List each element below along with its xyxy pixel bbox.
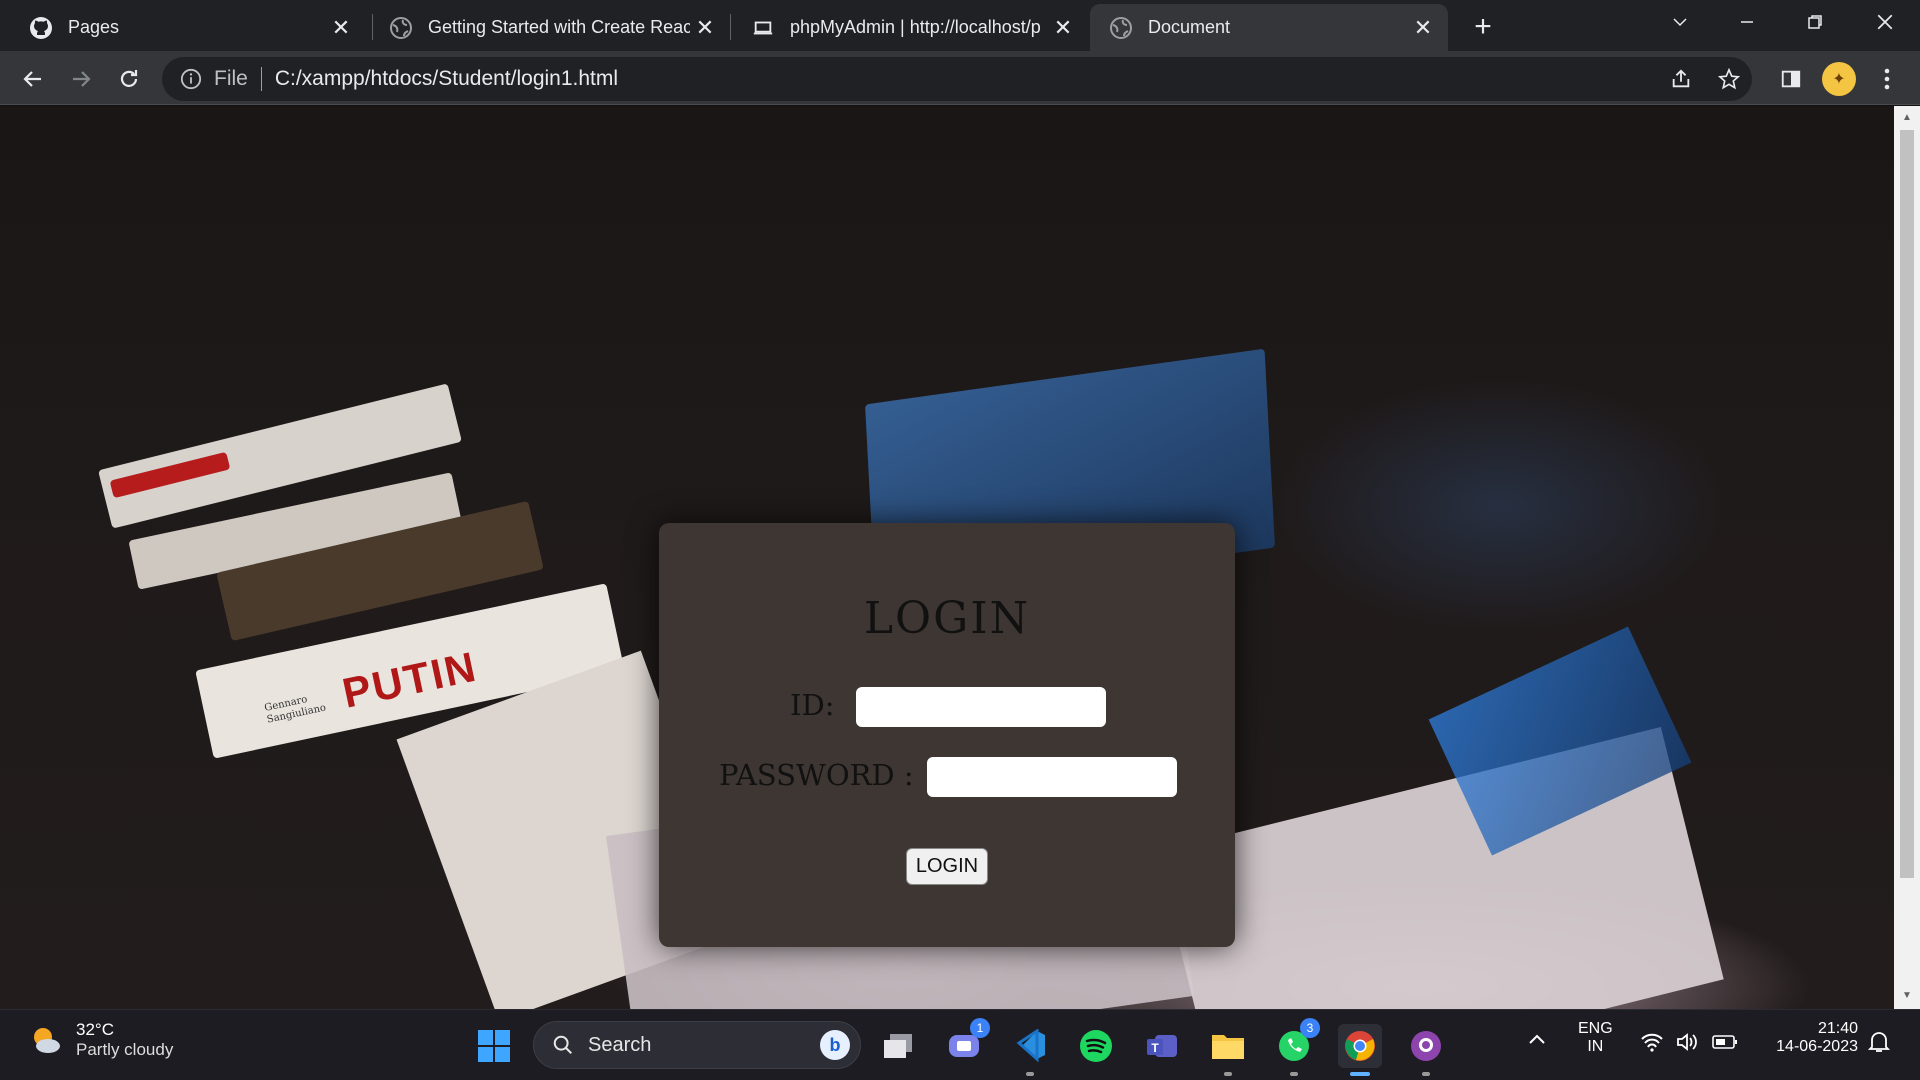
search-icon [553, 1035, 572, 1054]
taskbar-search[interactable]: Search b [533, 1021, 861, 1069]
windows-taskbar: 32°C Partly cloudy Search b 1 T 3 ENG IN… [0, 1009, 1920, 1080]
tab-title: Pages [68, 17, 120, 37]
new-tab-button[interactable]: + [1466, 10, 1500, 44]
browser-toolbar: File C:/xampp/htdocs/Student/login1.html… [0, 51, 1920, 105]
weather-desc: Partly cloudy [76, 1040, 174, 1059]
scroll-down-icon[interactable]: ▼ [1901, 990, 1913, 1002]
profile-avatar[interactable]: ✦ [1822, 62, 1856, 96]
teams-icon[interactable]: T [1140, 1024, 1184, 1068]
spotify-icon[interactable] [1074, 1024, 1118, 1068]
reload-icon[interactable] [112, 62, 146, 96]
login-form: LOGIN ID: PASSWORD : LOGIN [659, 523, 1235, 947]
weather-temp: 32°C [76, 1020, 114, 1039]
notification-badge: 3 [1300, 1018, 1320, 1038]
page-viewport: Gennaro Sangiuliano PUTIN LOGIN ID: PASS… [0, 106, 1894, 1009]
bookmark-star-icon[interactable] [1712, 62, 1746, 96]
info-icon[interactable] [180, 68, 202, 90]
book-title-text: PUTIN [338, 642, 482, 717]
browser-tab-strip: Pages ✕ Getting Started with Create Reac… [0, 0, 1920, 51]
globe-icon [1108, 15, 1134, 41]
laptop-icon [750, 15, 776, 41]
region-code: IN [1587, 1038, 1604, 1055]
share-icon[interactable] [1664, 62, 1698, 96]
volume-icon[interactable] [1675, 1032, 1699, 1057]
weather-widget[interactable]: 32°C Partly cloudy [28, 1020, 173, 1060]
close-window-button[interactable] [1855, 0, 1915, 44]
tab-phpmyadmin[interactable]: phpMyAdmin | http://localhost/p ✕ [730, 4, 1088, 51]
url-text[interactable]: C:/xampp/htdocs/Student/login1.html [275, 67, 618, 91]
password-input[interactable] [927, 757, 1177, 797]
running-indicator [1290, 1072, 1298, 1076]
task-view-icon[interactable] [876, 1024, 920, 1068]
login-button[interactable]: LOGIN [906, 848, 988, 885]
search-placeholder: Search [588, 1033, 652, 1056]
chrome-icon[interactable] [1338, 1024, 1382, 1076]
divider [260, 67, 262, 91]
tab-search-chevron-icon[interactable] [1650, 0, 1710, 44]
password-label: PASSWORD : [719, 758, 914, 792]
scroll-up-icon[interactable]: ▲ [1901, 112, 1913, 124]
close-tab-icon[interactable]: ✕ [1408, 13, 1438, 43]
github-icon [28, 15, 54, 41]
tab-title: Getting Started with Create React [428, 17, 690, 37]
tab-create-react[interactable]: Getting Started with Create React ✕ [372, 4, 730, 51]
back-arrow-icon[interactable] [16, 62, 50, 96]
page-scrollbar[interactable]: ▲ ▼ [1894, 106, 1920, 1009]
clock[interactable]: 21:40 14-06-2023 [1758, 1020, 1858, 1056]
notifications-icon[interactable] [1867, 1030, 1891, 1059]
id-label: ID: [790, 688, 835, 722]
tab-document[interactable]: Document ✕ [1090, 4, 1448, 51]
file-explorer-icon[interactable] [1206, 1024, 1250, 1076]
scheme-label: File [214, 67, 248, 90]
running-indicator [1350, 1072, 1370, 1076]
tab-title: phpMyAdmin | http://localhost/p [790, 17, 1041, 37]
forward-arrow-icon[interactable] [64, 62, 98, 96]
notification-badge: 1 [970, 1018, 990, 1038]
globe-icon [388, 15, 414, 41]
partly-cloudy-icon [34, 1028, 60, 1053]
language-code: ENG [1578, 1020, 1613, 1037]
close-tab-icon[interactable]: ✕ [1048, 13, 1078, 43]
bing-icon[interactable]: b [820, 1030, 850, 1060]
running-indicator [1422, 1072, 1430, 1076]
side-panel-icon[interactable] [1774, 62, 1808, 96]
scrollbar-thumb[interactable] [1900, 130, 1914, 878]
show-hidden-icons-chevron[interactable] [1528, 1032, 1546, 1051]
teams-chat-icon[interactable]: 1 [942, 1018, 990, 1068]
svg-text:T: T [1151, 1041, 1159, 1055]
id-input[interactable] [856, 687, 1106, 727]
language-indicator[interactable]: ENG IN [1578, 1020, 1613, 1056]
tab-pages[interactable]: Pages ✕ [0, 4, 366, 51]
book-author-text: Gennaro Sangiuliano [263, 694, 328, 726]
wifi-icon[interactable] [1640, 1032, 1664, 1057]
menu-dots-icon[interactable] [1870, 62, 1904, 96]
close-tab-icon[interactable]: ✕ [326, 13, 356, 43]
start-windows-icon[interactable] [472, 1024, 516, 1068]
clock-time: 21:40 [1817, 1020, 1858, 1037]
running-indicator [1224, 1072, 1232, 1076]
minimize-button[interactable] [1717, 0, 1777, 44]
battery-icon[interactable] [1712, 1034, 1738, 1055]
whatsapp-icon[interactable]: 3 [1272, 1018, 1320, 1076]
login-heading: LOGIN [863, 593, 1031, 644]
github-desktop-icon[interactable] [1404, 1024, 1448, 1076]
close-tab-icon[interactable]: ✕ [690, 13, 720, 43]
vscode-icon[interactable] [1008, 1024, 1052, 1076]
tab-title: Document [1148, 17, 1231, 37]
clock-date: 14-06-2023 [1776, 1038, 1858, 1055]
restore-button[interactable] [1785, 0, 1845, 44]
running-indicator [1026, 1072, 1034, 1076]
address-bar[interactable]: File C:/xampp/htdocs/Student/login1.html [162, 57, 1752, 101]
